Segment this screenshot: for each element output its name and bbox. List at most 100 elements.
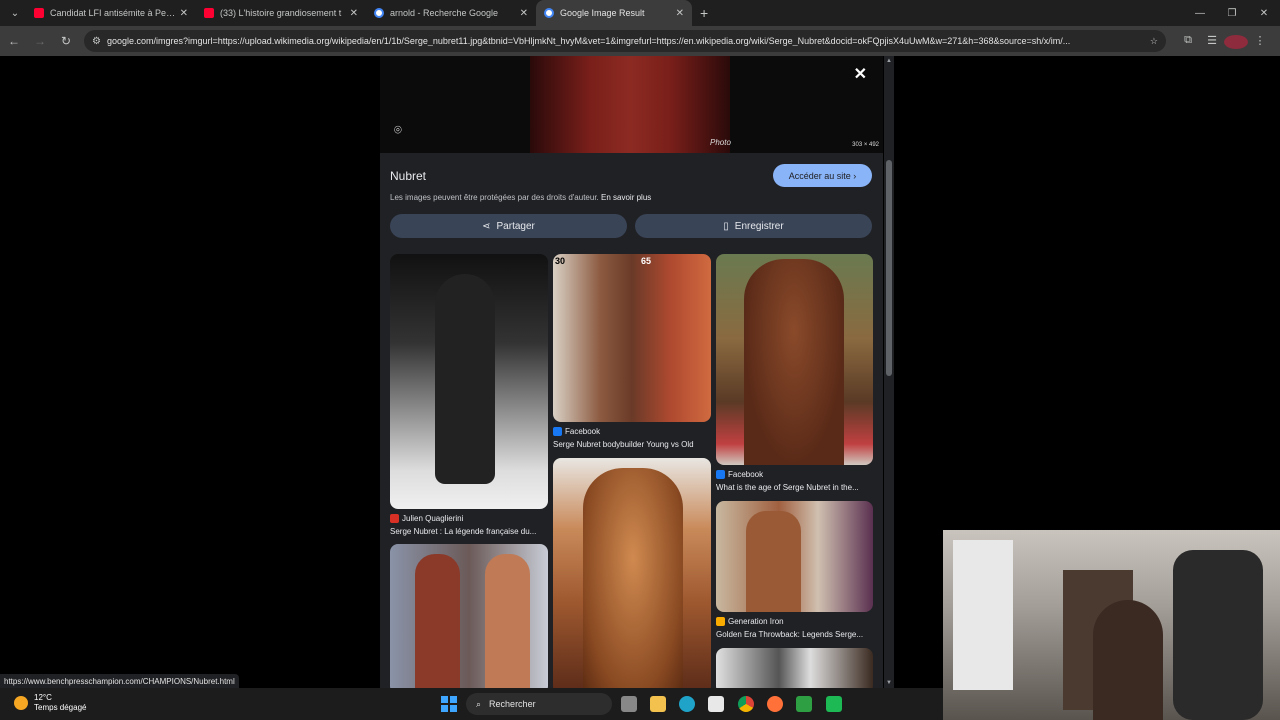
webcam-window (953, 540, 1013, 690)
learn-more-link[interactable]: En savoir plus (601, 193, 651, 202)
result-source-1[interactable]: Julien Quaglierini (390, 514, 463, 523)
tab-2[interactable]: (33) L'histoire grandiosement t ✕ (196, 0, 366, 26)
result-image-2[interactable]: 30 65 (553, 254, 711, 422)
address-bar[interactable]: ⚙ google.com/imgres?imgurl=https://uploa… (84, 30, 1166, 52)
tab-active[interactable]: Google Image Result ✕ (536, 0, 692, 26)
tab-label: (33) L'histoire grandiosement t (220, 8, 342, 18)
firefox-icon[interactable] (767, 696, 783, 712)
image-overlay-label: 65 (641, 256, 652, 266)
file-explorer-icon[interactable] (650, 696, 666, 712)
image-dimensions: 303 × 492 (852, 142, 879, 148)
facebook-icon (553, 427, 562, 436)
toolbar-right: ⧉ ☰ ⋮ (1176, 34, 1272, 49)
new-tab-button[interactable]: + (700, 5, 708, 21)
source-favicon (390, 514, 399, 523)
save-label: Enregistrer (734, 220, 784, 232)
result-image-3[interactable] (716, 254, 873, 465)
site-info-icon[interactable]: ⚙ (92, 36, 101, 47)
webcam-overlay (943, 530, 1280, 720)
tab-label: Candidat LFI antisémite à Perig (50, 8, 176, 18)
weather-condition: Temps dégagé (34, 703, 87, 712)
taskbar-search[interactable]: ⌕ Rechercher (466, 693, 612, 715)
share-icon: ⋖ (482, 220, 491, 232)
scrollbar-thumb[interactable] (886, 160, 892, 376)
scroll-down-icon[interactable]: ▼ (886, 680, 892, 686)
close-icon[interactable]: ✕ (854, 64, 867, 84)
tab-1[interactable]: Candidat LFI antisémite à Perig ✕ (26, 0, 196, 26)
result-source-3[interactable]: Facebook (716, 470, 763, 479)
chevron-down-icon: ⌄ (10, 7, 20, 19)
preview-image (530, 56, 730, 153)
reload-icon[interactable]: ↻ (54, 29, 78, 53)
chevron-right-icon: › (850, 170, 857, 181)
bookmark-star-icon[interactable]: ☆ (1150, 36, 1158, 47)
result-image-1[interactable] (390, 254, 548, 509)
visit-site-button[interactable]: Accéder au site › (773, 164, 872, 187)
result-image-4[interactable] (716, 501, 873, 612)
image-preview[interactable]: ⌾ ✕ Photo 303 × 492 (380, 56, 883, 153)
source-name: Julien Quaglierini (402, 514, 464, 523)
result-image-6[interactable] (553, 458, 711, 688)
share-label: Partager (496, 220, 535, 232)
youtube-icon (34, 8, 44, 18)
url-text: google.com/imgres?imgurl=https://upload.… (106, 36, 1071, 46)
restore-icon[interactable]: ❐ (1216, 0, 1248, 26)
temperature: 12°C (34, 693, 52, 702)
browser-toolbar: ← → ↻ ⚙ google.com/imgres?imgurl=https:/… (0, 26, 1280, 56)
scroll-up-icon[interactable]: ▲ (886, 58, 892, 64)
menu-dots-icon[interactable]: ⋮ (1248, 34, 1272, 49)
result-source-2[interactable]: Facebook (553, 427, 600, 436)
minimize-icon[interactable]: — (1184, 0, 1216, 26)
tab-strip: ⌄ Candidat LFI antisémite à Perig ✕ (33)… (0, 0, 1280, 26)
extensions-icon[interactable]: ⧉ (1176, 34, 1200, 49)
close-icon[interactable]: ✕ (676, 8, 684, 19)
sidebar-icon[interactable]: ☰ (1200, 34, 1224, 49)
store-icon[interactable] (708, 696, 724, 712)
task-view-icon[interactable] (621, 696, 637, 712)
google-icon (544, 8, 554, 18)
tab-search-button[interactable]: ⌄ (4, 2, 26, 24)
forward-arrow-icon[interactable]: → (28, 29, 52, 53)
result-title-3[interactable]: What is the age of Serge Nubret in the..… (716, 483, 871, 492)
status-url: https://www.benchpresschampion.com/CHAMP… (0, 674, 239, 688)
source-favicon (716, 617, 725, 626)
close-icon[interactable]: ✕ (520, 8, 528, 19)
scrollbar[interactable]: ▲ ▼ (884, 56, 894, 688)
app-icon[interactable] (796, 696, 812, 712)
facebook-icon (716, 470, 725, 479)
avatar (1224, 34, 1248, 49)
close-window-icon[interactable]: ✕ (1248, 0, 1280, 26)
weather-widget[interactable]: 12°C Temps dégagé (14, 693, 86, 713)
copyright-notice: Les images peuvent être protégées par de… (390, 193, 651, 202)
windows-start-icon[interactable] (441, 696, 457, 712)
edge-icon[interactable] (679, 696, 695, 712)
save-button[interactable]: ▯ Enregistrer (635, 214, 872, 238)
result-image-7[interactable] (716, 648, 873, 688)
app-icon[interactable] (826, 696, 842, 712)
share-button[interactable]: ⋖ Partager (390, 214, 627, 238)
close-icon[interactable]: ✕ (350, 8, 358, 19)
bookmark-icon: ▯ (723, 220, 729, 232)
tab-label: arnold - Recherche Google (390, 8, 499, 18)
chrome-icon[interactable] (738, 696, 754, 712)
result-source-4[interactable]: Generation Iron (716, 617, 784, 626)
back-arrow-icon[interactable]: ← (2, 29, 26, 53)
close-icon[interactable]: ✕ (180, 8, 188, 19)
page-title: Nubret (390, 169, 427, 183)
result-title-1[interactable]: Serge Nubret : La légende française du..… (390, 527, 545, 536)
visit-label: Accéder au site (788, 170, 851, 181)
youtube-icon (204, 8, 214, 18)
tab-label: Google Image Result (560, 8, 645, 18)
google-icon (374, 8, 384, 18)
result-title-4[interactable]: Golden Era Throwback: Legends Serge... (716, 630, 871, 639)
result-title-2[interactable]: Serge Nubret bodybuilder Young vs Old (553, 440, 708, 449)
profile-avatar[interactable] (1224, 34, 1248, 49)
tab-3[interactable]: arnold - Recherche Google ✕ (366, 0, 536, 26)
source-name: Facebook (565, 427, 601, 436)
lens-icon[interactable]: ⌾ (394, 122, 402, 138)
image-overlay-label: 30 (555, 256, 566, 266)
webcam-person (1093, 600, 1163, 720)
image-signature: Photo (710, 138, 731, 147)
copyright-text: Les images peuvent être protégées par de… (390, 193, 599, 202)
result-image-5[interactable] (390, 544, 548, 688)
